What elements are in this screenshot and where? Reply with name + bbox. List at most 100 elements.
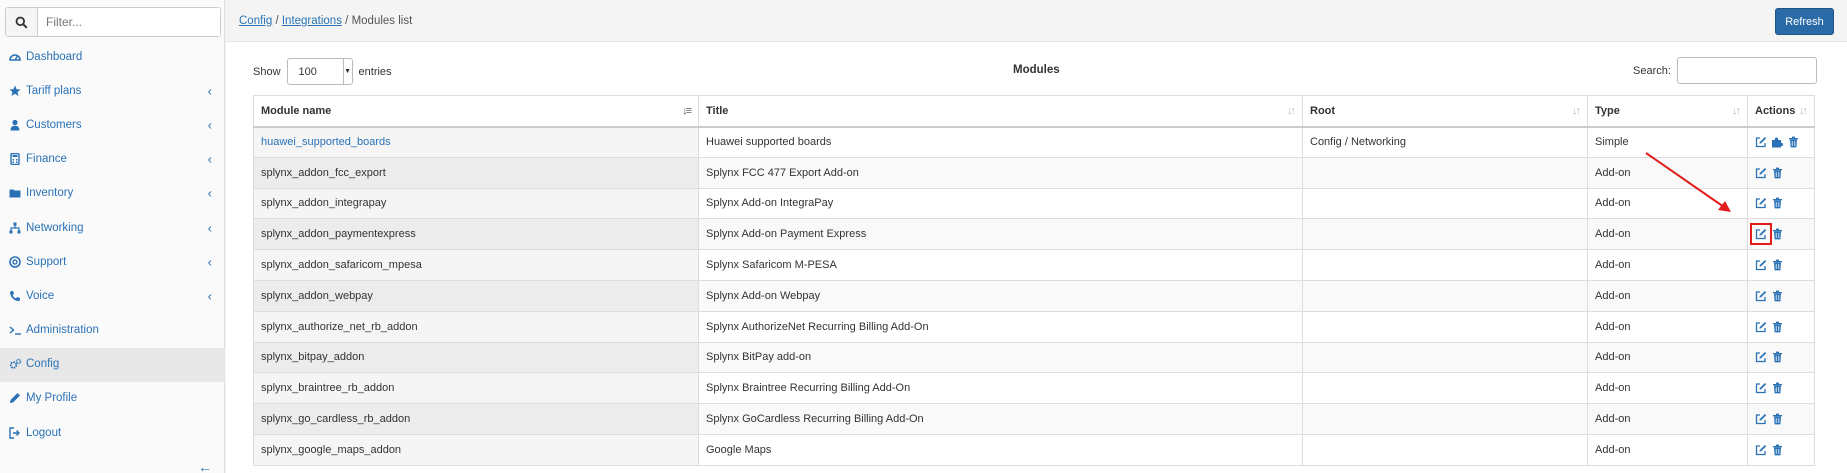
sidebar-item-support[interactable]: Support ‹ [0, 245, 225, 279]
column-header-root[interactable]: Root ↓↑ [1302, 95, 1588, 128]
edit-icon[interactable] [1750, 223, 1772, 246]
cell-module-name: splynx_addon_paymentexpress [253, 218, 699, 251]
edit-icon[interactable] [1755, 136, 1767, 148]
sort-icon: ↓↑ [1732, 104, 1741, 117]
trash-icon[interactable] [1771, 321, 1783, 333]
star-icon [8, 84, 22, 98]
filter-input[interactable] [38, 8, 220, 36]
search-input[interactable] [1676, 57, 1817, 84]
cell-module-name: splynx_go_cardless_rb_addon [253, 403, 699, 435]
sidebar-item-label: Networking [26, 221, 84, 234]
cell-module-name-text: splynx_addon_webpay [261, 289, 373, 302]
column-header-module-name[interactable]: Module name ↓≡ [253, 95, 699, 128]
cell-title-text: Splynx Add-on IntegraPay [706, 197, 834, 210]
sidebar-item-inventory[interactable]: Inventory ‹ [0, 177, 225, 211]
sidebar-filter [5, 7, 221, 37]
trash-icon[interactable] [1771, 444, 1783, 456]
trash-icon[interactable] [1771, 259, 1783, 271]
cell-type: Add-on [1587, 310, 1748, 343]
cell-title-text: Huawei supported boards [706, 136, 832, 149]
cell-title-text: Splynx GoCardless Recurring Billing Add-… [706, 413, 924, 426]
sidebar-item-tariff-plans[interactable]: Tariff plans ‹ [0, 74, 225, 108]
trash-icon[interactable] [1771, 382, 1783, 394]
entries-control: Show 100 ▼ entries [253, 58, 392, 85]
sidebar-item-customers[interactable]: Customers ‹ [0, 108, 225, 142]
sidebar-item-networking[interactable]: Networking ‹ [0, 211, 225, 245]
edit-icon[interactable] [1755, 413, 1767, 425]
sidebar-item-dashboard[interactable]: Dashboard [0, 40, 225, 74]
sidebar-item-label: Voice [26, 289, 55, 302]
sidebar-item-config[interactable]: Config [0, 347, 225, 382]
refresh-button[interactable]: Refresh [1775, 8, 1834, 35]
cell-module-name-text: splynx_addon_integrapay [261, 197, 387, 210]
sidebar-item-label: Logout [26, 426, 62, 439]
cell-root [1302, 218, 1588, 251]
column-header-actions[interactable]: Actions ↓↑ [1747, 95, 1815, 128]
entries-select[interactable]: 100 ▼ [286, 58, 353, 85]
column-header-type[interactable]: Type ↓↑ [1587, 95, 1748, 128]
column-header-title[interactable]: Title ↓↑ [698, 95, 1303, 128]
sidebar-item-finance[interactable]: Finance ‹ [0, 143, 225, 177]
breadcrumb-config[interactable]: Config [239, 15, 272, 27]
breadcrumb-integrations[interactable]: Integrations [282, 15, 342, 27]
search-icon[interactable] [6, 8, 38, 36]
trash-icon[interactable] [1787, 136, 1799, 148]
trash-icon[interactable] [1771, 351, 1783, 363]
cell-module-name: splynx_bitpay_addon [253, 341, 699, 374]
cell-module-name: splynx_google_maps_addon [253, 433, 699, 466]
cell-module-name[interactable]: huawei_supported_boards [253, 126, 699, 158]
entries-label: entries [358, 65, 392, 78]
cell-type: Add-on [1587, 249, 1748, 281]
row-actions [1755, 290, 1807, 302]
lifebuoy-icon [8, 255, 22, 269]
cell-actions [1747, 310, 1815, 343]
edit-icon[interactable] [1755, 290, 1767, 302]
sidebar-item-label: Tariff plans [26, 84, 82, 97]
edit-icon[interactable] [1755, 167, 1767, 179]
edit-icon[interactable] [1755, 197, 1767, 209]
edit-icon[interactable] [1755, 351, 1767, 363]
table-row: huawei_supported_boards Huawei supported … [253, 126, 1815, 158]
edit-icon[interactable] [1755, 382, 1767, 394]
sidebar-item-voice[interactable]: Voice ‹ [0, 279, 225, 313]
trash-icon[interactable] [1771, 413, 1783, 425]
sort-icon: ↓↑ [1799, 104, 1808, 117]
breadcrumb-current: Modules list [351, 15, 413, 27]
cell-actions [1747, 249, 1815, 281]
column-header-label: Title [706, 104, 729, 117]
sort-icon: ↓↑ [1572, 104, 1581, 117]
cell-type: Add-on [1587, 433, 1748, 466]
sidebar-item-my-profile[interactable]: My Profile [0, 382, 225, 416]
sidebar-item-administration[interactable]: Administration [0, 314, 225, 348]
cogs-icon [8, 357, 22, 371]
trash-icon[interactable] [1771, 197, 1783, 209]
sidebar-item-logout[interactable]: Logout [0, 416, 225, 450]
dashboard-icon [8, 50, 22, 64]
cell-actions [1747, 403, 1815, 435]
sidebar-item-label: Inventory [26, 187, 74, 200]
puzzle-icon[interactable] [1771, 136, 1783, 148]
cell-title-text: Splynx Add-on Webpay [706, 289, 821, 302]
edit-icon[interactable] [1755, 259, 1767, 271]
cell-root [1302, 249, 1588, 281]
sidebar-nav: Dashboard Tariff plans ‹ Customers ‹ Finance ‹… [0, 40, 225, 450]
cell-type-text: Add-on [1595, 197, 1631, 210]
top-bar: Config / Integrations / Modules list Ref… [226, 0, 1847, 42]
sign-out-icon [8, 426, 22, 440]
search-label: Search: [1633, 64, 1671, 77]
cell-root [1302, 279, 1588, 312]
column-header-label: Module name [261, 104, 332, 117]
edit-icon[interactable] [1755, 444, 1767, 456]
cell-module-name-text: splynx_authorize_net_rb_addon [261, 320, 418, 333]
cell-module-name-text[interactable]: huawei_supported_boards [261, 136, 391, 148]
column-header-label: Actions [1755, 104, 1796, 117]
trash-icon[interactable] [1771, 290, 1783, 302]
arrow-left-icon[interactable]: ← [198, 459, 212, 473]
cell-actions [1747, 433, 1815, 466]
sidebar-item-label: Config [26, 358, 60, 371]
trash-icon[interactable] [1771, 228, 1783, 240]
edit-icon[interactable] [1755, 321, 1767, 333]
cell-module-name-text: splynx_google_maps_addon [261, 443, 402, 456]
trash-icon[interactable] [1771, 167, 1783, 179]
cell-module-name-text: splynx_braintree_rb_addon [261, 382, 395, 395]
